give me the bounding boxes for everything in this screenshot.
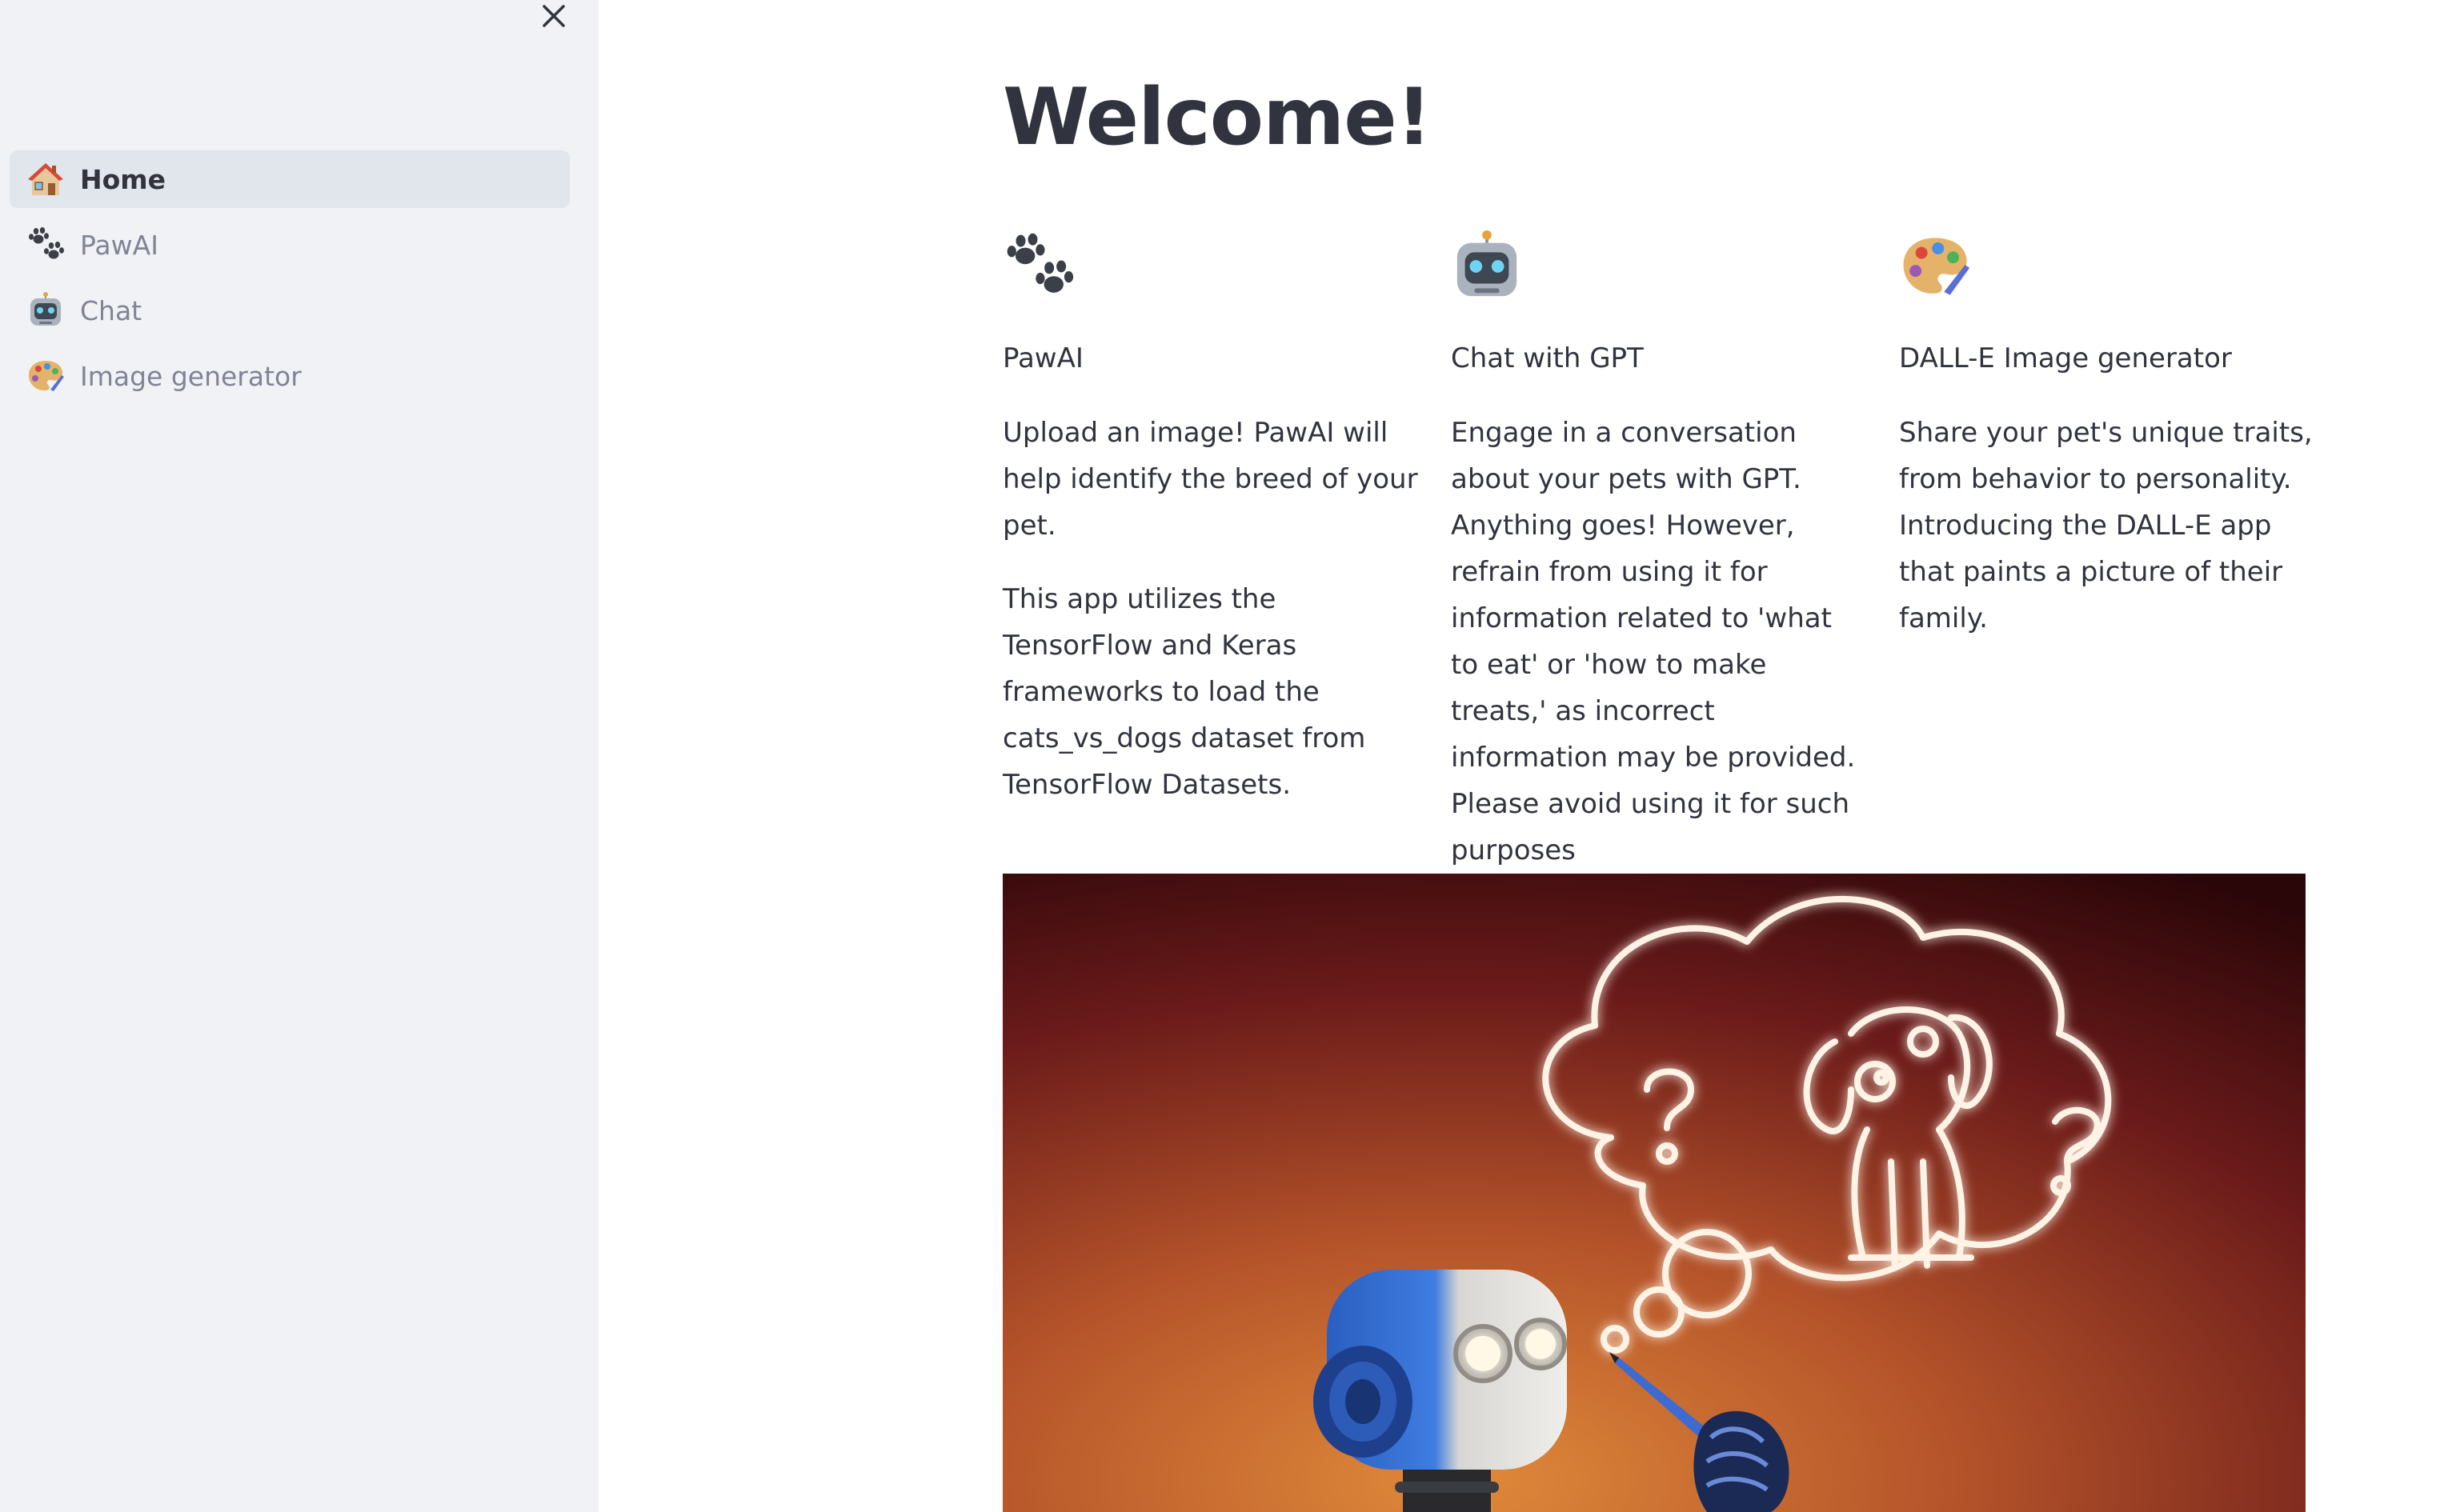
hero-image [1003, 874, 2306, 1512]
sidebar: Home PawAI Chat Image generator [0, 0, 599, 1512]
feature-description: This app utilizes the TensorFlow and Ker… [1003, 583, 1366, 801]
app-root: Home PawAI Chat Image generator Welcome!… [0, 0, 2444, 1512]
feature-description: Upload an image! PawAI will help identif… [1003, 417, 1418, 542]
sidebar-item-label: PawAI [80, 229, 158, 261]
feature-description: Engage in a conversation about your pets… [1451, 417, 1856, 866]
feature-heading: DALL-E Image generator [1899, 342, 2232, 374]
feature-heading: PawAI [1003, 342, 1084, 374]
sidebar-item-pawai[interactable]: PawAI [10, 216, 570, 274]
feature-card-image-generator: DALL-E Image generator Share your pet's … [1899, 230, 2315, 642]
page-title: Welcome! [1003, 72, 1432, 163]
palette-icon [1903, 238, 1970, 295]
sidebar-item-chat[interactable]: Chat [10, 282, 570, 339]
feature-card-chat: Chat with GPT Engage in a conversation a… [1451, 230, 1867, 874]
sidebar-item-image-generator[interactable]: Image generator [10, 347, 570, 405]
feature-description: Share your pet's unique traits, from beh… [1899, 417, 2313, 634]
sidebar-item-label: Image generator [80, 360, 302, 392]
feature-card-pawai: PawAI Upload an image! PawAI will help i… [1003, 230, 1419, 808]
close-icon [543, 5, 565, 27]
sidebar-item-label: Chat [80, 294, 142, 326]
main-content: Welcome! PawAI Upload an image! PawAI wi… [599, 0, 2444, 1512]
robot-icon [1456, 230, 1517, 297]
robot-icon [26, 290, 66, 330]
sidebar-item-label: Home [80, 163, 166, 195]
sidebar-item-home[interactable]: Home [10, 150, 570, 208]
paw-prints-icon [26, 225, 66, 265]
house-icon [26, 159, 66, 199]
feature-heading: Chat with GPT [1451, 342, 1644, 374]
palette-icon [26, 356, 66, 396]
paw-prints-icon [1007, 233, 1074, 293]
sidebar-nav: Home PawAI Chat Image generator [10, 150, 570, 413]
close-sidebar-button[interactable] [535, 0, 573, 32]
